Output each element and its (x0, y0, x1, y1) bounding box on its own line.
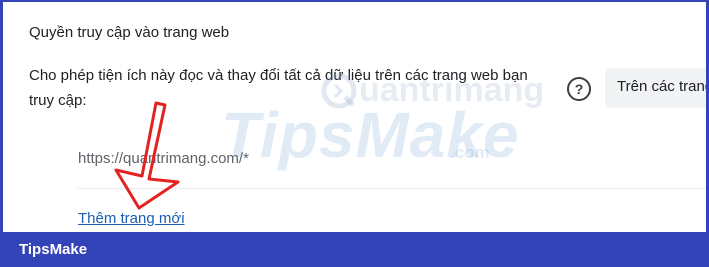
help-circle-icon[interactable]: ? (566, 76, 592, 102)
quantrimang-watermark: uantrimang (359, 71, 545, 109)
site-access-select[interactable]: Trên các trang (605, 68, 706, 108)
red-arrow-down-icon (114, 101, 180, 210)
add-site-link[interactable]: Thêm trang mới (78, 210, 185, 227)
svg-text:?: ? (575, 81, 584, 97)
quantrimang-logo-icon (321, 73, 357, 109)
extension-permissions-panel: Quyền truy cập vào trang web Cho phép ti… (3, 2, 706, 232)
footer-brand: TipsMake (19, 241, 88, 258)
tipsmake-watermark-suffix: .com (450, 143, 490, 162)
section-title: Quyền truy cập vào trang web (29, 24, 230, 41)
